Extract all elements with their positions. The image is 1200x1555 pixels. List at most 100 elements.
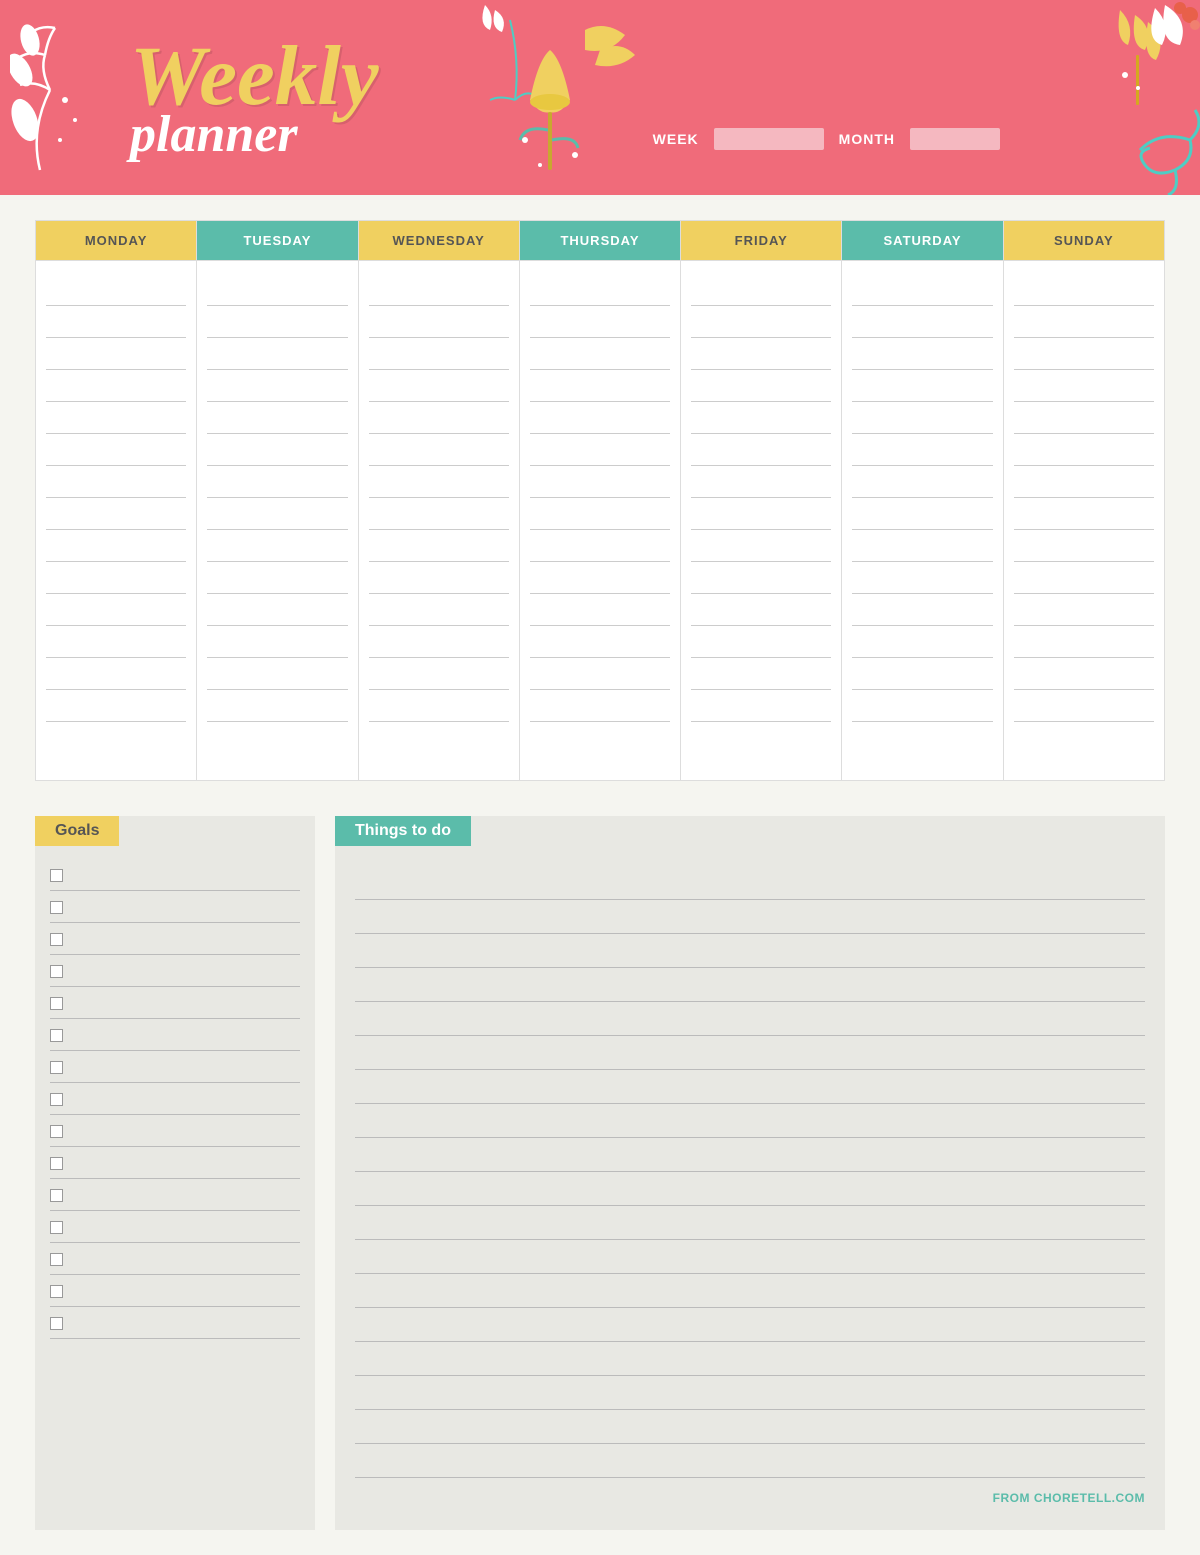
day-line[interactable] — [46, 402, 186, 434]
day-line[interactable] — [46, 274, 186, 306]
day-line[interactable] — [530, 658, 670, 690]
goal-checkbox[interactable] — [50, 997, 63, 1010]
things-line[interactable] — [355, 1240, 1145, 1274]
day-line[interactable] — [852, 594, 992, 626]
things-line[interactable] — [355, 1342, 1145, 1376]
day-line[interactable] — [852, 562, 992, 594]
day-line[interactable] — [530, 530, 670, 562]
things-line[interactable] — [355, 1036, 1145, 1070]
day-line[interactable] — [530, 690, 670, 722]
day-line[interactable] — [369, 402, 509, 434]
things-line[interactable] — [355, 1070, 1145, 1104]
day-line[interactable] — [1014, 690, 1154, 722]
day-line[interactable] — [369, 690, 509, 722]
day-cell-monday[interactable] — [36, 261, 197, 781]
goal-checkbox[interactable] — [50, 965, 63, 978]
day-line[interactable] — [207, 338, 347, 370]
day-line[interactable] — [530, 370, 670, 402]
goal-item[interactable] — [50, 1245, 300, 1275]
day-line[interactable] — [852, 658, 992, 690]
day-line[interactable] — [207, 626, 347, 658]
things-line[interactable] — [355, 934, 1145, 968]
day-line[interactable] — [691, 338, 831, 370]
day-line[interactable] — [1014, 434, 1154, 466]
day-line[interactable] — [1014, 562, 1154, 594]
day-line[interactable] — [1014, 402, 1154, 434]
day-line[interactable] — [530, 306, 670, 338]
week-field[interactable] — [714, 128, 824, 150]
day-line[interactable] — [1014, 338, 1154, 370]
goal-checkbox[interactable] — [50, 933, 63, 946]
day-line[interactable] — [691, 626, 831, 658]
day-line[interactable] — [46, 626, 186, 658]
day-line[interactable] — [852, 434, 992, 466]
goal-checkbox[interactable] — [50, 1189, 63, 1202]
day-line[interactable] — [530, 466, 670, 498]
things-line[interactable] — [355, 1376, 1145, 1410]
day-line[interactable] — [530, 434, 670, 466]
day-line[interactable] — [46, 562, 186, 594]
day-line[interactable] — [46, 338, 186, 370]
day-line[interactable] — [207, 402, 347, 434]
things-line[interactable] — [355, 1104, 1145, 1138]
goal-checkbox[interactable] — [50, 1317, 63, 1330]
day-line[interactable] — [1014, 370, 1154, 402]
day-line[interactable] — [530, 562, 670, 594]
day-line[interactable] — [369, 562, 509, 594]
day-cell-thursday[interactable] — [519, 261, 680, 781]
day-line[interactable] — [691, 530, 831, 562]
goal-checkbox[interactable] — [50, 1093, 63, 1106]
things-line[interactable] — [355, 1274, 1145, 1308]
day-line[interactable] — [369, 658, 509, 690]
day-line[interactable] — [852, 690, 992, 722]
day-line[interactable] — [691, 466, 831, 498]
day-line[interactable] — [207, 306, 347, 338]
goal-checkbox[interactable] — [50, 869, 63, 882]
day-line[interactable] — [369, 594, 509, 626]
day-line[interactable] — [852, 626, 992, 658]
day-line[interactable] — [207, 466, 347, 498]
goal-checkbox[interactable] — [50, 1029, 63, 1042]
day-line[interactable] — [691, 274, 831, 306]
day-line[interactable] — [369, 338, 509, 370]
things-line[interactable] — [355, 1410, 1145, 1444]
things-line[interactable] — [355, 1206, 1145, 1240]
things-line[interactable] — [355, 1444, 1145, 1478]
day-line[interactable] — [852, 338, 992, 370]
day-line[interactable] — [852, 530, 992, 562]
day-line[interactable] — [369, 274, 509, 306]
goal-item[interactable] — [50, 1309, 300, 1339]
day-line[interactable] — [852, 370, 992, 402]
goal-item[interactable] — [50, 925, 300, 955]
day-line[interactable] — [1014, 530, 1154, 562]
day-line[interactable] — [46, 434, 186, 466]
day-line[interactable] — [1014, 466, 1154, 498]
goal-item[interactable] — [50, 989, 300, 1019]
goal-item[interactable] — [50, 1181, 300, 1211]
goal-checkbox[interactable] — [50, 1285, 63, 1298]
goal-item[interactable] — [50, 957, 300, 987]
day-line[interactable] — [852, 274, 992, 306]
day-line[interactable] — [530, 626, 670, 658]
day-line[interactable] — [46, 466, 186, 498]
day-line[interactable] — [207, 434, 347, 466]
goal-item[interactable] — [50, 1053, 300, 1083]
day-line[interactable] — [207, 530, 347, 562]
day-line[interactable] — [852, 306, 992, 338]
things-line[interactable] — [355, 1308, 1145, 1342]
goal-item[interactable] — [50, 1021, 300, 1051]
goal-item[interactable] — [50, 1277, 300, 1307]
day-line[interactable] — [369, 306, 509, 338]
day-line[interactable] — [691, 562, 831, 594]
day-line[interactable] — [1014, 594, 1154, 626]
day-line[interactable] — [530, 338, 670, 370]
things-line[interactable] — [355, 900, 1145, 934]
day-cell-sunday[interactable] — [1003, 261, 1164, 781]
day-cell-friday[interactable] — [681, 261, 842, 781]
day-line[interactable] — [46, 594, 186, 626]
day-line[interactable] — [852, 466, 992, 498]
day-line[interactable] — [369, 530, 509, 562]
day-line[interactable] — [1014, 306, 1154, 338]
day-cell-wednesday[interactable] — [358, 261, 519, 781]
day-line[interactable] — [1014, 498, 1154, 530]
